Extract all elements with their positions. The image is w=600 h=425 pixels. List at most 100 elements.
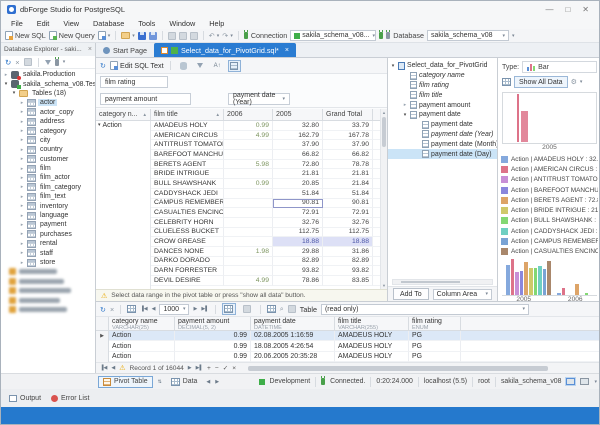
status-more-icon[interactable]: ▾: [594, 379, 597, 385]
tree-table-inventory[interactable]: ▸inventory: [1, 201, 95, 210]
tree-table-film_actor[interactable]: ▸film_actor: [1, 173, 95, 182]
tree-node-tables[interactable]: ▾Tables (18): [1, 89, 95, 98]
pivot-film-cell[interactable]: DEVIL DESIRE: [151, 276, 224, 286]
open-document-button[interactable]: ▾: [98, 31, 111, 40]
tree-table-purchases[interactable]: ▸purchases: [1, 230, 95, 239]
pivot-2005-cell[interactable]: 72.80: [273, 160, 323, 170]
grid-options-icon[interactable]: [127, 305, 136, 313]
chart-grid-icon[interactable]: [502, 78, 511, 86]
grid-cell[interactable]: Action: [109, 352, 175, 362]
menu-view[interactable]: View: [56, 19, 86, 28]
chart-settings-arrow-icon[interactable]: ▾: [580, 79, 583, 85]
pivot-2006-cell[interactable]: [224, 208, 273, 218]
pivot-2005-cell[interactable]: 51.84: [273, 189, 323, 199]
tree-table-staff[interactable]: ▸staff: [1, 248, 95, 257]
grid-view-toggle[interactable]: [222, 303, 236, 315]
chart-settings-gear-icon[interactable]: ⚙: [571, 78, 577, 86]
layout-icon[interactable]: [580, 378, 589, 385]
grid-cell[interactable]: PG: [409, 331, 461, 341]
pivot-film-cell[interactable]: CADDYSHACK JEDI: [151, 189, 224, 199]
pivot-2006-cell[interactable]: 0.99: [224, 121, 273, 131]
pivot-film-cell[interactable]: CELEBRITY HORN: [151, 218, 224, 228]
pivot-film-cell[interactable]: DARKO DORADO: [151, 257, 224, 267]
pivot-refresh-icon[interactable]: ↻: [100, 61, 106, 70]
close-tab-icon[interactable]: ×: [285, 47, 289, 54]
pivot-total-cell[interactable]: 18.88: [323, 237, 373, 247]
pivot-2005-cell[interactable]: 32.76: [273, 218, 323, 228]
disconnect-icon[interactable]: [386, 32, 390, 39]
new-query-button[interactable]: New Query: [49, 31, 95, 40]
data-field-chip[interactable]: payment amount: [100, 93, 191, 105]
column-header-payment-amount[interactable]: payment amountDECIMAL(5, 2): [175, 317, 251, 330]
record-next-icon[interactable]: ▶: [188, 365, 192, 371]
row-header-film-title[interactable]: film title▲: [151, 109, 224, 120]
pivot-2006-cell[interactable]: [224, 150, 273, 160]
menu-help[interactable]: Help: [202, 19, 231, 28]
edit-sql-text-button[interactable]: Edit SQL Text: [110, 61, 164, 70]
pivot-table-tab[interactable]: Pivot Table: [98, 376, 153, 388]
pivot-2005-cell[interactable]: 66.82: [273, 150, 323, 160]
tree-table-payment[interactable]: ▸payment: [1, 220, 95, 229]
prev-page-icon[interactable]: ◀: [152, 306, 156, 312]
tree-node-production[interactable]: ▸sakila.Production: [1, 70, 95, 79]
pivot-film-cell[interactable]: DANCES NONE: [151, 247, 224, 257]
new-sql-button[interactable]: New SQL: [5, 31, 46, 40]
pivot-film-cell[interactable]: BRIDE INTRIGUE: [151, 169, 224, 179]
record-first-icon[interactable]: ▐◀: [100, 365, 107, 371]
area-select[interactable]: Column Area▾: [433, 289, 492, 300]
pivot-film-cell[interactable]: ANTITRUST TOMATOES: [151, 140, 224, 150]
pivot-2005-cell[interactable]: 90.81: [273, 199, 323, 209]
grid-cell[interactable]: Action: [109, 331, 175, 341]
grid-row[interactable]: Action0.9920.06.2005 20:35:28AMADEUS HOL…: [96, 352, 600, 362]
last-page-icon[interactable]: ▶▌: [201, 306, 208, 312]
grid-cell[interactable]: AMADEUS HOLY: [335, 352, 409, 362]
page-size-select[interactable]: 1000▾: [159, 304, 189, 315]
tree-table-country[interactable]: ▸country: [1, 145, 95, 154]
column-header-film-rating[interactable]: film ratingENUM: [409, 317, 461, 330]
refresh-icon[interactable]: ↻: [5, 58, 11, 67]
search-icon[interactable]: ⌕: [280, 304, 284, 314]
pivot-2006-cell[interactable]: 4.99: [224, 131, 273, 141]
pivot-film-cell[interactable]: CROW GREASE: [151, 237, 224, 247]
pivot-total-cell[interactable]: 66.82: [323, 150, 373, 160]
explorer-more-icon[interactable]: ▾: [63, 59, 66, 65]
grid-cell[interactable]: 0.99: [175, 331, 251, 341]
pivot-film-cell[interactable]: CASUALTIES ENCINO: [151, 208, 224, 218]
row-header-category[interactable]: category n...▲: [96, 109, 151, 120]
explorer-close-icon[interactable]: ×: [88, 46, 92, 53]
pivot-film-cell[interactable]: AMERICAN CIRCUS: [151, 131, 224, 141]
pivot-film-cell[interactable]: DARN FORRESTER: [151, 266, 224, 276]
pivot-film-cell[interactable]: CLUELESS BUCKET: [151, 228, 224, 238]
pivot-2006-cell[interactable]: [224, 218, 273, 228]
column-header-category-name[interactable]: category nameVARCHAR(25): [109, 317, 175, 330]
pivot-total-cell[interactable]: 93.82: [323, 266, 373, 276]
grid-cell[interactable]: 20.06.2005 20:35:28: [251, 352, 335, 362]
grid-cell[interactable]: 18.08.2005 4:26:54: [251, 341, 335, 351]
pivot-2006-cell[interactable]: 1.98: [224, 247, 273, 257]
field-item[interactable]: payment date: [388, 120, 497, 130]
tree-table-film[interactable]: ▸film: [1, 164, 95, 173]
pivot-total-cell[interactable]: 21.84: [323, 179, 373, 189]
pivot-2005-cell[interactable]: 29.88: [273, 247, 323, 257]
open-file-button[interactable]: ▾: [121, 32, 135, 39]
pivot-total-cell[interactable]: 112.75: [323, 228, 373, 238]
grid-cell[interactable]: PG: [409, 341, 461, 351]
field-item[interactable]: payment date (Year): [388, 130, 497, 140]
tabs-scroll-left-icon[interactable]: ◀: [206, 379, 210, 385]
toolbar-overflow-icon[interactable]: ▾: [512, 33, 515, 39]
filter-field-chip[interactable]: film rating: [100, 76, 168, 88]
tree-table-category[interactable]: ▸category: [1, 126, 95, 135]
menu-tools[interactable]: Tools: [131, 19, 162, 28]
field-item[interactable]: category name: [388, 71, 497, 81]
pivot-total-cell[interactable]: 33.79: [323, 121, 373, 131]
explorer-connect-icon[interactable]: [55, 59, 59, 66]
layout-icon-selected[interactable]: [566, 378, 575, 385]
menu-window[interactable]: Window: [162, 19, 202, 28]
pivot-film-cell[interactable]: BERETS AGENT: [151, 160, 224, 170]
pivot-2006-cell[interactable]: [224, 228, 273, 238]
pivot-2005-cell[interactable]: 21.81: [273, 169, 323, 179]
grid-cell[interactable]: AMADEUS HOLY: [335, 331, 409, 341]
col-header-2006[interactable]: 2006: [224, 109, 273, 120]
tabs-scroll-right-icon[interactable]: ▶: [215, 379, 219, 385]
pivot-total-cell[interactable]: 90.81: [323, 199, 373, 209]
